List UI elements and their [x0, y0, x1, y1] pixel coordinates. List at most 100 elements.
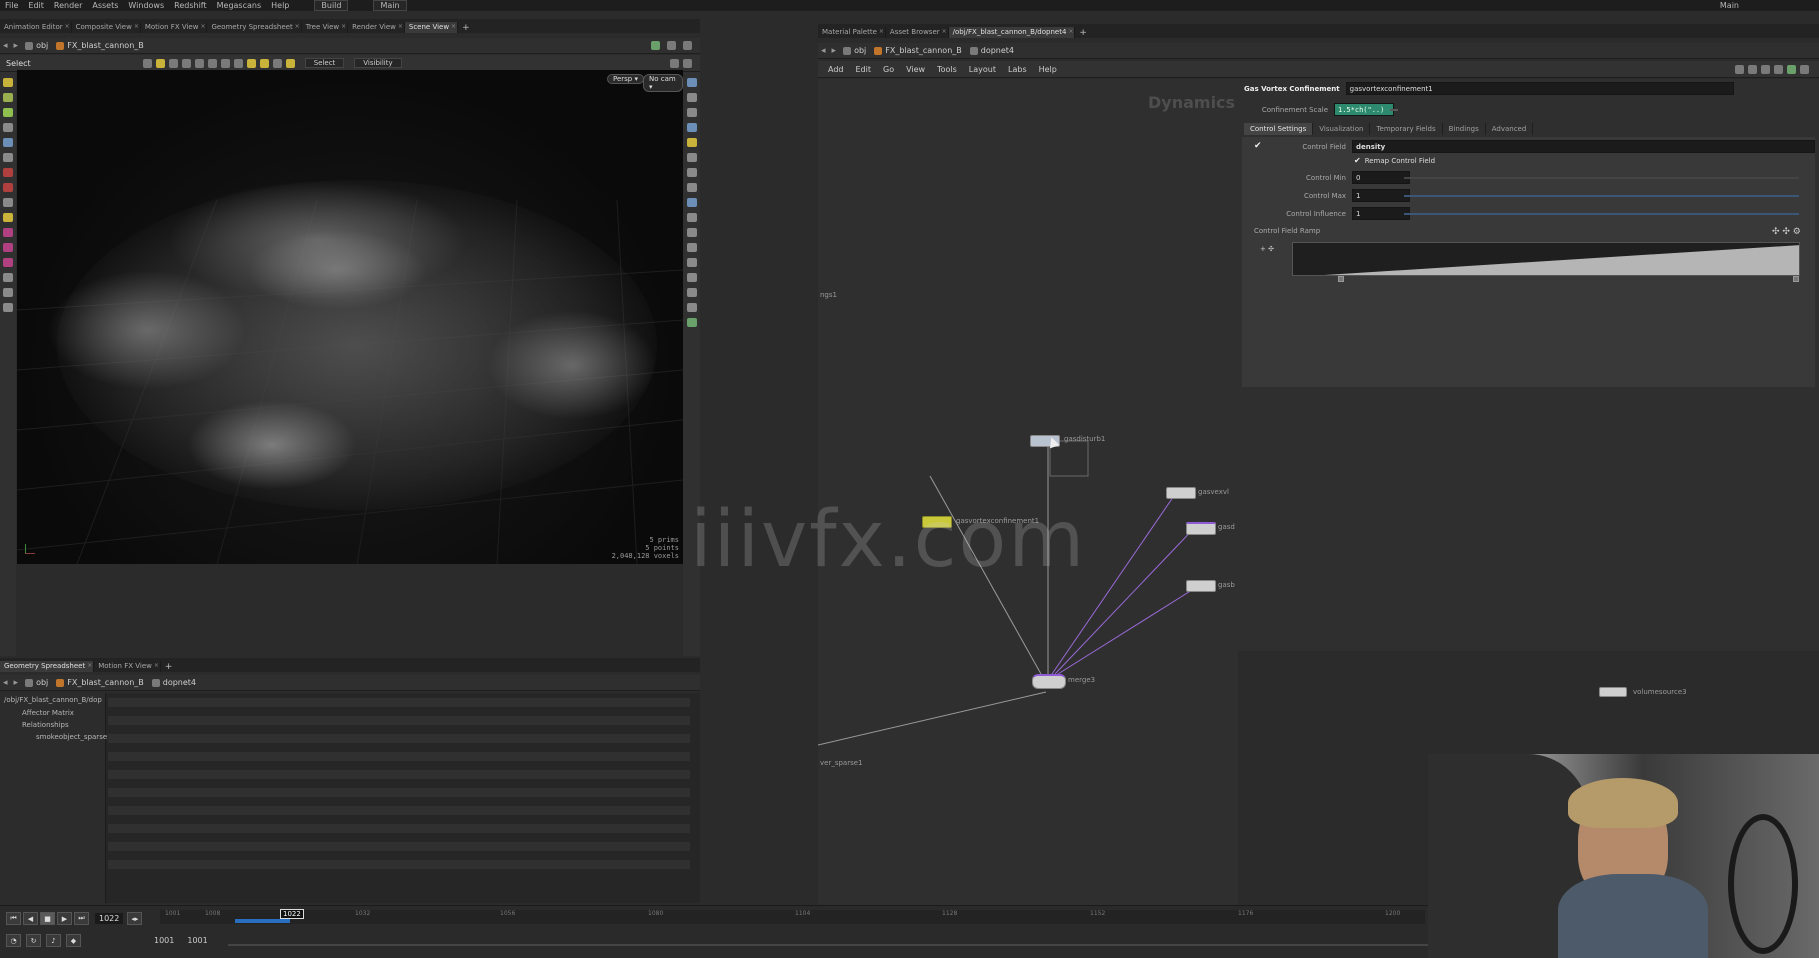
net-menu-add[interactable]: Add — [828, 65, 844, 74]
tab-motion-fx-view-bottom[interactable]: Motion FX View × — [94, 661, 161, 672]
tab-geometry-spreadsheet[interactable]: Geometry Spreadsheet × — [207, 22, 302, 33]
menu-megascans[interactable]: Megascans — [217, 1, 262, 10]
object-mode-icon[interactable] — [142, 58, 152, 68]
forward-arrow-right-icon[interactable]: ▸ — [832, 46, 837, 56]
tab-material-palette[interactable]: Material Palette × — [818, 27, 886, 38]
select-dropdown[interactable]: Select — [304, 58, 345, 68]
ramp-add-key-icon[interactable]: + ✣ — [1260, 245, 1274, 253]
menu-assets[interactable]: Assets — [92, 1, 118, 10]
add-tab-bottom-icon[interactable]: + — [161, 662, 177, 672]
normal-display-icon[interactable] — [686, 183, 697, 192]
menu-help[interactable]: Help — [271, 1, 289, 10]
range-start[interactable]: 1001 — [154, 936, 174, 945]
tab-tree-view[interactable]: Tree View × — [302, 22, 349, 33]
ghost-icon[interactable] — [686, 153, 697, 162]
node-gasvexvl[interactable] — [1166, 487, 1196, 499]
tab-geometry-spreadsheet-bottom[interactable]: Geometry Spreadsheet × — [0, 661, 95, 672]
right-path-net[interactable]: dopnet4 — [969, 46, 1014, 55]
network-layout-icon[interactable] — [1748, 64, 1757, 74]
desktop-selector[interactable]: Build — [314, 0, 349, 11]
timeline-ruler[interactable]: 1001 1008 1032 1056 1080 1104 1128 1152 … — [160, 909, 1425, 924]
network-editor[interactable]: Dynamics ngs1 ver_sparse1 gasdisturb1 ga… — [818, 79, 1238, 905]
persp-menu[interactable]: Persp ▾ — [607, 74, 644, 84]
list-view-icon[interactable] — [1761, 64, 1770, 74]
scene-viewport[interactable]: Persp ▾ No cam ▾ 5 prims 5 points 2,048,… — [17, 70, 683, 564]
tab-temporary-fields[interactable]: Temporary Fields — [1370, 123, 1443, 135]
lock-camera-icon[interactable] — [686, 93, 697, 102]
forward-arrow-bottom-icon[interactable]: ▸ — [14, 678, 19, 688]
node-volumesource[interactable] — [1599, 687, 1627, 697]
control-min-slider[interactable] — [1404, 177, 1799, 179]
ramp-tools-icon[interactable]: ✣ ✣ ⚙ — [1772, 227, 1801, 237]
group-select-icon[interactable] — [285, 58, 295, 68]
render-region-icon[interactable] — [3, 183, 13, 192]
bottom-path-node[interactable]: FX_blast_cannon_B — [56, 678, 144, 687]
play-reverse-icon[interactable]: ◀ — [23, 912, 38, 925]
grid-toggle-icon[interactable] — [686, 288, 697, 297]
view-tool-icon[interactable] — [3, 153, 13, 162]
lights-icon[interactable] — [686, 138, 697, 147]
tab-asset-browser[interactable]: Asset Browser × — [886, 27, 949, 38]
flipbook-icon[interactable] — [3, 288, 13, 297]
control-field-ramp[interactable] — [1292, 242, 1800, 276]
step-keys-icon[interactable]: ◂▸ — [127, 912, 143, 925]
bottom-path-root[interactable]: obj — [25, 678, 48, 687]
shading-mode-icon[interactable] — [686, 123, 697, 132]
point-display-icon[interactable] — [686, 168, 697, 177]
visibility-dropdown[interactable]: Visibility — [354, 58, 402, 68]
path-node[interactable]: FX_blast_cannon_B — [56, 41, 144, 50]
back-arrow-right-icon[interactable]: ◂ — [821, 46, 826, 56]
wrench-icon[interactable] — [1735, 64, 1744, 74]
add-tab-right-icon[interactable]: + — [1075, 28, 1091, 38]
tab-animation-editor[interactable]: Animation Editor × — [0, 22, 72, 33]
measure-tool-icon[interactable] — [3, 198, 13, 207]
menu-render[interactable]: Render — [54, 1, 82, 10]
camera-menu[interactable]: No cam ▾ — [643, 74, 683, 92]
rotate-tool-icon[interactable] — [3, 108, 13, 117]
stop-icon[interactable]: ■ — [40, 912, 55, 925]
menu-windows[interactable]: Windows — [128, 1, 164, 10]
control-field-input[interactable]: density — [1352, 140, 1815, 153]
select-tool[interactable]: Select — [6, 59, 31, 68]
wire-icon[interactable] — [686, 258, 697, 267]
lasso-select-icon[interactable] — [220, 58, 230, 68]
footprint-icon[interactable] — [686, 273, 697, 282]
template-icon[interactable] — [686, 243, 697, 252]
magnet-tool-icon[interactable] — [3, 243, 13, 252]
jump-start-icon[interactable]: ⏮ — [6, 912, 21, 925]
select-hidden-icon[interactable] — [259, 58, 269, 68]
points-mode-icon[interactable] — [155, 58, 165, 68]
menu-redshift[interactable]: Redshift — [174, 1, 206, 10]
ramp-key-right[interactable] — [1793, 276, 1799, 282]
node-gasd[interactable] — [1186, 522, 1216, 535]
tab-bindings[interactable]: Bindings — [1443, 123, 1486, 135]
lock-icon[interactable] — [686, 108, 697, 117]
net-menu-edit[interactable]: Edit — [856, 65, 872, 74]
confinement-scale-field[interactable]: 1.5*ch("..) — [1334, 103, 1394, 116]
tab-scene-view[interactable]: Scene View × — [404, 22, 459, 33]
box-select-icon[interactable] — [207, 58, 217, 68]
loop-icon[interactable]: ↻ — [26, 934, 41, 947]
control-influence-field[interactable]: 1 — [1352, 207, 1410, 220]
grid-view-icon[interactable] — [1774, 64, 1783, 74]
select-open-icon[interactable] — [246, 58, 256, 68]
net-menu-help[interactable]: Help — [1039, 65, 1057, 74]
vertex-mode-icon[interactable] — [194, 58, 204, 68]
ramp-key-left[interactable] — [1338, 276, 1344, 282]
tab-network-dopnet4[interactable]: /obj/FX_blast_cannon_B/dopnet4 × — [948, 27, 1076, 38]
info-icon[interactable] — [686, 303, 697, 312]
control-max-slider[interactable] — [1404, 195, 1799, 197]
current-frame-field[interactable]: 1022 — [95, 913, 124, 924]
control-influence-slider[interactable] — [1404, 213, 1799, 215]
maximize-icon[interactable] — [683, 41, 692, 50]
menu-file[interactable]: File — [5, 1, 18, 10]
layout-icon[interactable] — [667, 41, 676, 50]
confinement-scale-slider[interactable] — [1390, 109, 1398, 111]
back-arrow-bottom-icon[interactable]: ◂ — [3, 678, 8, 688]
xray-icon[interactable] — [686, 228, 697, 237]
net-menu-go[interactable]: Go — [883, 65, 894, 74]
net-menu-tools[interactable]: Tools — [937, 65, 957, 74]
background-icon[interactable] — [686, 198, 697, 207]
net-menu-view[interactable]: View — [906, 65, 925, 74]
menu-edit[interactable]: Edit — [28, 1, 44, 10]
